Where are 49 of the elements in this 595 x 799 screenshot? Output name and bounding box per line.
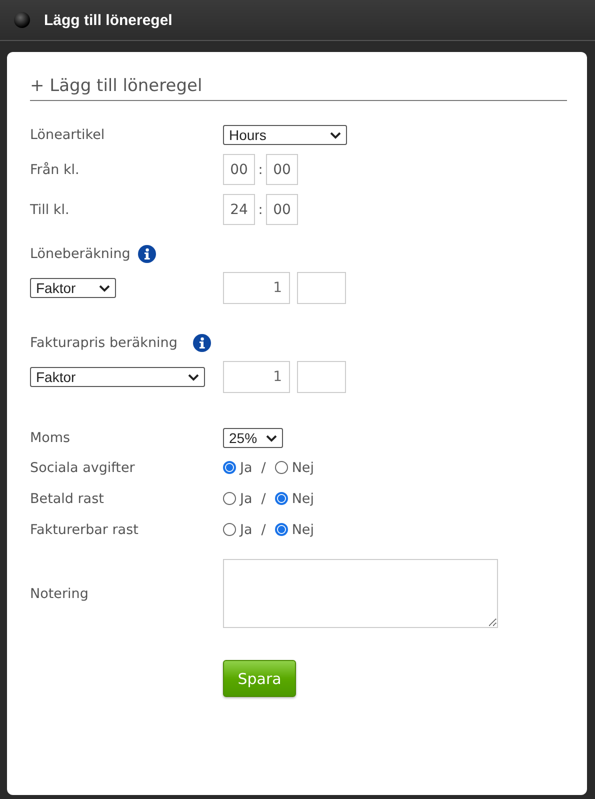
- radio-label[interactable]: Ja: [240, 460, 252, 476]
- radio-label[interactable]: Nej: [292, 490, 314, 506]
- vat-select[interactable]: 25%: [223, 428, 283, 448]
- radio-button[interactable]: [274, 461, 288, 474]
- radio-label[interactable]: Ja: [240, 522, 252, 538]
- field-label: Betald rast: [30, 490, 105, 506]
- field-label: Notering: [30, 586, 90, 602]
- chevron-down-icon: [330, 132, 341, 138]
- field-label: Moms: [30, 430, 72, 446]
- choice-separator: /: [261, 522, 266, 538]
- note-field[interactable]: [223, 559, 498, 628]
- chevron-down-icon: [99, 284, 110, 292]
- chevron-down-icon: [188, 374, 199, 380]
- minutes-field[interactable]: 00: [266, 154, 298, 185]
- radio-button[interactable]: [223, 461, 236, 474]
- radio-label[interactable]: Nej: [292, 460, 314, 476]
- window-icon: [14, 12, 30, 28]
- info-icon[interactable]: [138, 245, 156, 263]
- method-select[interactable]: Faktor: [30, 367, 205, 387]
- radio-button[interactable]: [223, 492, 236, 505]
- radio-button[interactable]: [274, 492, 288, 505]
- field-label: Till kl.: [30, 202, 70, 218]
- form-heading: + Lägg till löneregel: [30, 76, 567, 101]
- field-label: Fakturerbar rast: [30, 522, 140, 538]
- chevron-down-icon: [266, 434, 277, 442]
- window-title: Lägg till löneregel: [44, 12, 172, 28]
- choice-separator: /: [261, 460, 266, 476]
- field-label: Sociala avgifter: [30, 460, 136, 476]
- factor-field[interactable]: 1: [223, 361, 290, 393]
- extra-field[interactable]: [297, 272, 346, 304]
- choice-separator: /: [261, 490, 266, 506]
- hours-field[interactable]: 24: [223, 194, 255, 225]
- info-icon[interactable]: [193, 334, 212, 352]
- hours-field[interactable]: 00: [223, 154, 255, 185]
- time-separator: :: [257, 162, 264, 178]
- minutes-field[interactable]: 00: [266, 194, 298, 225]
- section-label: Fakturapris beräkning: [30, 335, 178, 351]
- section-label: Löneberäkning: [30, 246, 130, 262]
- radio-button[interactable]: [274, 523, 288, 536]
- radio-label[interactable]: Ja: [240, 490, 252, 506]
- field-label: Löneartikel: [30, 127, 106, 143]
- radio-label[interactable]: Nej: [292, 522, 314, 538]
- time-separator: :: [257, 202, 264, 218]
- radio-button[interactable]: [223, 523, 236, 536]
- extra-field[interactable]: [297, 361, 346, 393]
- method-select[interactable]: Faktor: [30, 278, 116, 298]
- pay-article-select[interactable]: Hours: [223, 125, 347, 145]
- field-label: Från kl.: [30, 162, 80, 178]
- factor-field[interactable]: 1: [223, 272, 290, 304]
